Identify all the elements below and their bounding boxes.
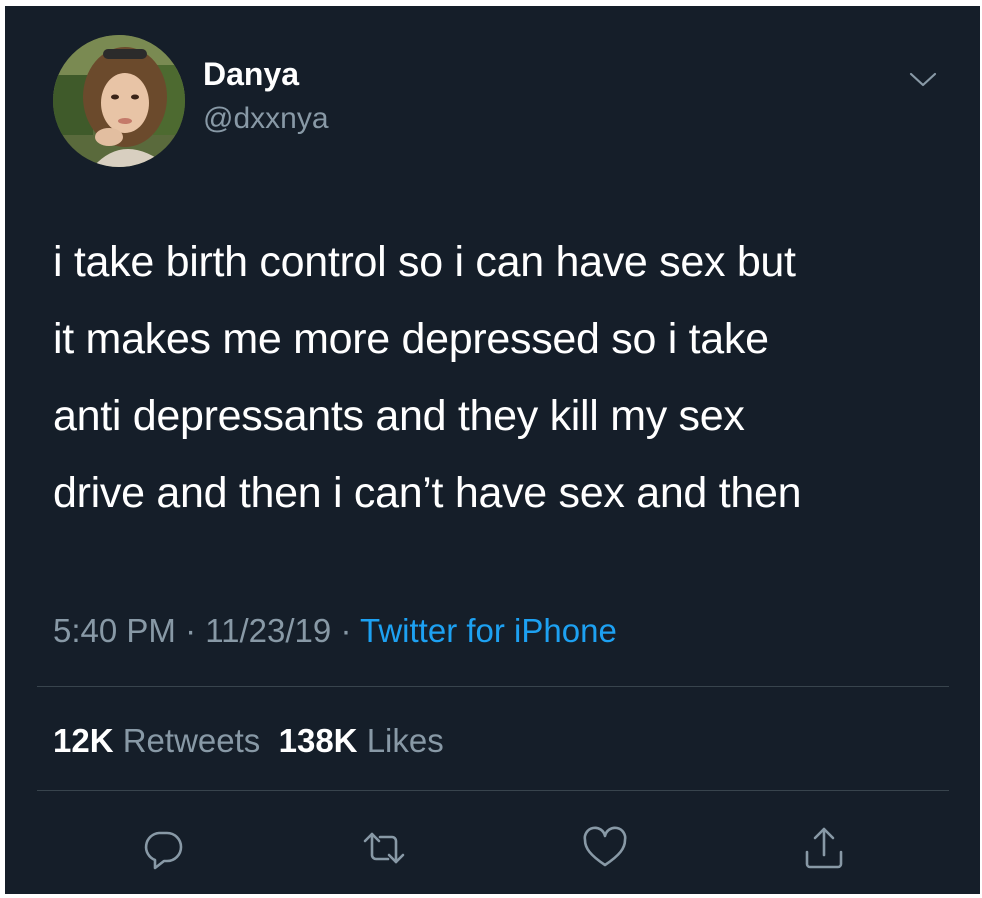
tweet-card: Danya @dxxnya i take birth control so i … xyxy=(5,6,980,894)
tweet-text: i take birth control so i can have sex b… xyxy=(53,224,953,532)
meta-separator: · xyxy=(340,612,352,649)
meta-separator: · xyxy=(185,612,197,649)
divider xyxy=(37,790,949,791)
tweet-text-line: drive and then i can’t have sex and then xyxy=(53,469,802,517)
reply-icon xyxy=(144,831,183,870)
share-icon xyxy=(805,827,843,869)
avatar-photo xyxy=(53,35,185,167)
chevron-down-icon[interactable] xyxy=(903,64,943,94)
retweets-count: 12K xyxy=(53,722,114,759)
retweet-button[interactable] xyxy=(359,823,409,873)
user-handle[interactable]: @dxxnya xyxy=(203,102,329,136)
tweet-stats: 12K Retweets 138K Likes xyxy=(53,722,444,760)
like-button[interactable] xyxy=(580,823,630,873)
retweets-stat[interactable]: 12K Retweets xyxy=(53,722,260,759)
tweet-time[interactable]: 5:40 PM xyxy=(53,612,176,649)
display-name[interactable]: Danya xyxy=(203,56,299,93)
tweet-source-link[interactable]: Twitter for iPhone xyxy=(360,612,617,649)
tweet-date[interactable]: 11/23/19 xyxy=(205,612,331,649)
tweet-text-line: it makes me more depressed so i take xyxy=(53,315,769,363)
avatar[interactable] xyxy=(53,35,185,167)
tweet-metadata: 5:40 PM · 11/23/19 · Twitter for iPhone xyxy=(53,612,617,650)
share-button[interactable] xyxy=(799,823,849,873)
likes-stat[interactable]: 138K Likes xyxy=(279,722,444,759)
like-icon xyxy=(583,826,627,867)
tweet-text-line: i take birth control so i can have sex b… xyxy=(53,238,796,286)
likes-label: Likes xyxy=(366,722,444,759)
retweets-label: Retweets xyxy=(122,722,261,759)
likes-count: 138K xyxy=(278,722,358,759)
divider xyxy=(37,686,949,687)
reply-button[interactable] xyxy=(138,823,188,873)
retweet-icon xyxy=(363,832,405,864)
tweet-text-line: anti depressants and they kill my sex xyxy=(53,392,745,440)
